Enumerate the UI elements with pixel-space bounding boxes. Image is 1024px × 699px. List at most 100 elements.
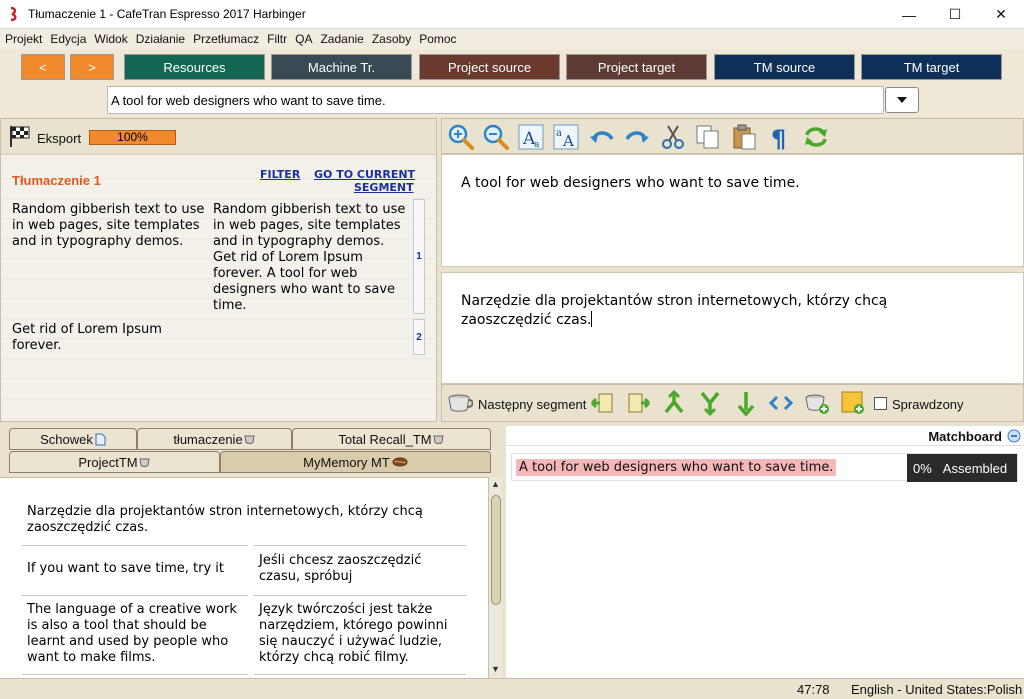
tm-results-scrollbar[interactable]: ▲ ▼: [488, 477, 502, 678]
tm-results-list: Narzędzie dla projektantów stron interne…: [0, 477, 488, 678]
resources-button[interactable]: Resources: [124, 54, 265, 80]
book-arrow-left-icon[interactable]: [590, 390, 616, 416]
scroll-down-arrow[interactable]: ▼: [491, 664, 500, 674]
checkered-flag-icon[interactable]: [8, 124, 32, 148]
target-segment-text: Narzędzie dla projektantów stron interne…: [461, 293, 888, 328]
cursor-position: 47:78: [797, 682, 830, 697]
tab-tlumaczenie[interactable]: tłumaczenie: [137, 428, 292, 450]
status-bar: 47:78 English - United States:Polish: [0, 678, 1024, 699]
svg-text:a: a: [534, 140, 540, 150]
export-bar: Eksport 100%: [1, 119, 436, 155]
matchboard-pane: A tool for web designers who want to sav…: [506, 446, 1024, 678]
font-increase-icon[interactable]: A a: [517, 123, 545, 151]
tm-target-button[interactable]: TM target: [861, 54, 1002, 80]
match-status-badge: 0% Assembled: [907, 454, 1017, 482]
paste-icon[interactable]: [730, 123, 758, 151]
document-icon: [95, 433, 106, 445]
tm-top-result[interactable]: Narzędzie dla projektantów stron interne…: [27, 504, 467, 536]
menu-bar: Projekt Edycja Widok Działanie Przetłuma…: [0, 29, 1024, 49]
checked-checkbox[interactable]: [874, 397, 887, 410]
tm-pair-2-target[interactable]: Język twórczości jest także narzędziem, …: [259, 602, 469, 666]
tab-mymemory-mt[interactable]: MyMemory MT: [220, 451, 491, 473]
search-input[interactable]: A tool for web designers who want to sav…: [107, 86, 884, 114]
book-arrow-right-icon[interactable]: [625, 390, 651, 416]
menu-projekt[interactable]: Projekt: [2, 32, 45, 46]
matchboard-label: Matchboard: [928, 429, 1002, 444]
previous-button[interactable]: <: [21, 54, 65, 80]
tab-project-tm[interactable]: ProjectTM: [9, 451, 220, 473]
segment-1-number[interactable]: 1: [413, 199, 425, 314]
next-segment-label[interactable]: Następny segment: [478, 397, 586, 412]
svg-text:A: A: [562, 132, 574, 150]
export-label: Eksport: [37, 131, 82, 146]
project-title: Tłumaczenie 1: [12, 173, 101, 188]
segment-navigation-bar: Następny segment Sprawdzony: [441, 384, 1024, 422]
pilcrow-icon[interactable]: ¶: [766, 123, 794, 151]
app-icon: [10, 6, 17, 22]
coffee-cup-icon[interactable]: [447, 390, 473, 416]
main-toolbar: < > Resources Machine Tr. Project source…: [0, 49, 1024, 83]
scrollbar-thumb[interactable]: [491, 495, 501, 605]
resources-panel: Schowek tłumaczenie Total Recall_TM Proj…: [0, 426, 504, 678]
menu-przetlumacz[interactable]: Przetłumacz: [190, 32, 262, 46]
close-button[interactable]: ✕: [978, 0, 1024, 29]
source-editor[interactable]: A tool for web designers who want to sav…: [441, 154, 1024, 267]
tab-total-recall-tm[interactable]: Total Recall_TM: [292, 428, 491, 450]
coffee-cup-icon: [433, 435, 444, 444]
go-to-current-segment-link[interactable]: GO TO CURRENT: [314, 168, 415, 181]
segment-1-target[interactable]: Random gibberish text to use in web page…: [213, 202, 413, 314]
project-source-button[interactable]: Project source: [419, 54, 560, 80]
coffee-bean-icon: [392, 457, 408, 467]
menu-widok[interactable]: Widok: [91, 32, 130, 46]
zoom-out-icon[interactable]: [482, 123, 510, 151]
arrow-down-icon[interactable]: [733, 390, 759, 416]
merge-segments-icon[interactable]: [661, 390, 687, 416]
font-decrease-icon[interactable]: a A: [552, 123, 580, 151]
menu-zasoby[interactable]: Zasoby: [369, 32, 414, 46]
menu-dzialanie[interactable]: Działanie: [133, 32, 188, 46]
menu-filtr[interactable]: Filtr: [264, 32, 290, 46]
svg-text:¶: ¶: [771, 125, 786, 151]
add-to-tm-icon[interactable]: [804, 390, 830, 416]
editor-toolbar: A a a A ¶: [441, 118, 1024, 154]
segment-2-number[interactable]: 2: [413, 319, 425, 355]
title-bar: Tłumaczenie 1 - CafeTran Espresso 2017 H…: [0, 0, 1024, 29]
segment-2-source[interactable]: Get rid of Lorem Ipsum forever.: [12, 322, 208, 354]
matchboard-header: Matchboard: [506, 426, 1024, 446]
window-title: Tłumaczenie 1 - CafeTran Espresso 2017 H…: [28, 7, 306, 21]
search-dropdown-button[interactable]: [885, 87, 919, 113]
menu-pomoc[interactable]: Pomoc: [416, 32, 459, 46]
filter-link[interactable]: FILTER: [260, 168, 300, 181]
project-target-button[interactable]: Project target: [566, 54, 707, 80]
refresh-icon[interactable]: [802, 123, 830, 151]
tm-pair-1-source[interactable]: If you want to save time, try it: [27, 561, 247, 577]
matchboard-icon[interactable]: [1006, 429, 1022, 443]
match-row[interactable]: A tool for web designers who want to sav…: [511, 453, 1018, 482]
language-pair: English - United States:Polish: [851, 682, 1023, 697]
minimize-button[interactable]: —: [886, 0, 932, 29]
copy-icon[interactable]: [694, 123, 722, 151]
checked-label: Sprawdzony: [892, 397, 964, 412]
scroll-up-arrow[interactable]: ▲: [491, 479, 500, 489]
undo-icon[interactable]: [588, 123, 616, 151]
machine-translation-button[interactable]: Machine Tr.: [271, 54, 412, 80]
source-segment-text: A tool for web designers who want to sav…: [461, 175, 800, 191]
tm-source-button[interactable]: TM source: [714, 54, 855, 80]
go-to-current-segment-link-line2[interactable]: SEGMENT: [354, 181, 414, 194]
tm-pair-1-target[interactable]: Jeśli chcesz zaoszczędzić czasu, spróbuj: [259, 553, 469, 585]
tags-icon[interactable]: [768, 390, 794, 416]
segment-1-source[interactable]: Random gibberish text to use in web page…: [12, 202, 208, 250]
zoom-in-icon[interactable]: [447, 123, 475, 151]
tab-schowek[interactable]: Schowek: [9, 428, 137, 450]
next-button[interactable]: >: [70, 54, 114, 80]
add-note-icon[interactable]: [840, 390, 866, 416]
tm-pair-2-source[interactable]: The language of a creative work is also …: [27, 602, 252, 666]
menu-qa[interactable]: QA: [292, 32, 315, 46]
target-editor[interactable]: Narzędzie dla projektantów stron interne…: [441, 272, 1024, 384]
redo-icon[interactable]: [623, 123, 651, 151]
maximize-button[interactable]: ☐: [932, 0, 978, 29]
cut-icon[interactable]: [659, 123, 687, 151]
menu-edycja[interactable]: Edycja: [47, 32, 89, 46]
menu-zadanie[interactable]: Zadanie: [317, 32, 366, 46]
split-segment-icon[interactable]: [697, 390, 723, 416]
